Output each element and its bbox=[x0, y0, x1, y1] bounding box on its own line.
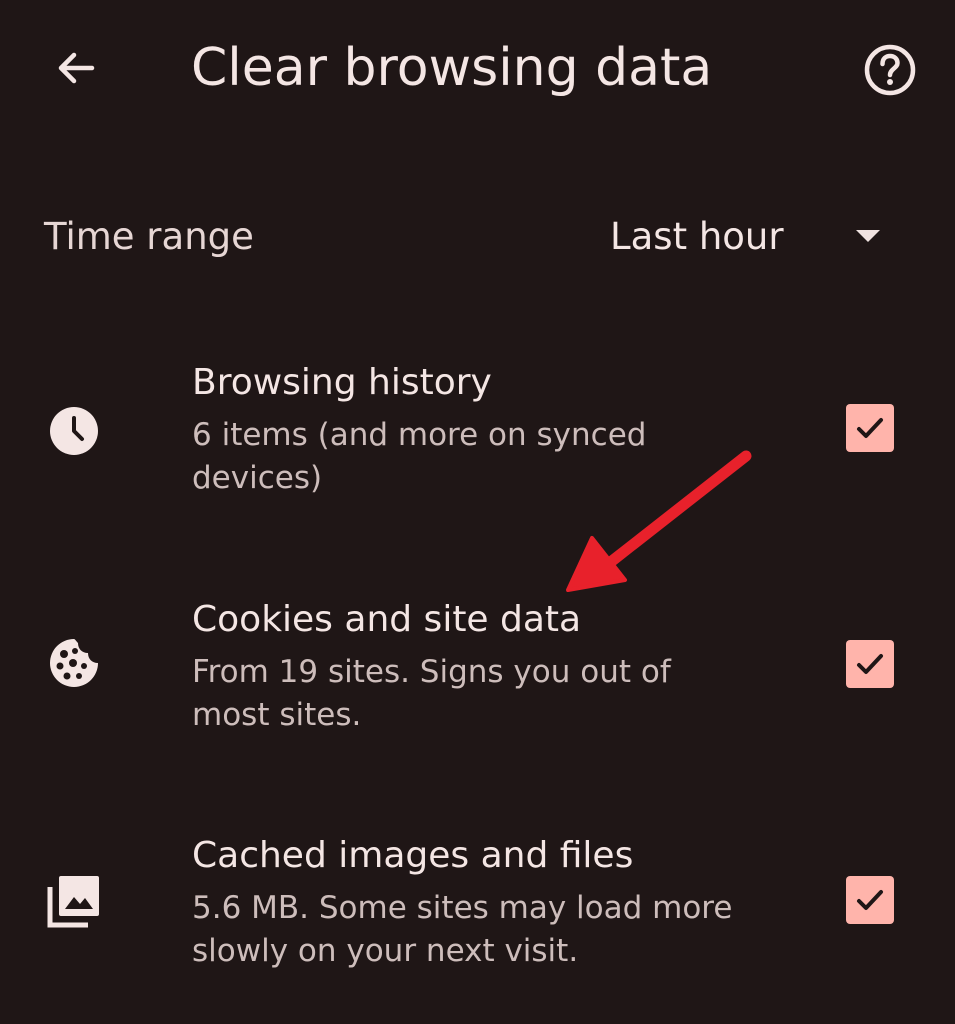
help-button[interactable] bbox=[858, 38, 922, 102]
option-subtitle: 5.6 MB. Some sites may load more slowly … bbox=[192, 890, 733, 969]
time-range-value: Last hour bbox=[610, 215, 784, 258]
dropdown-caret-icon bbox=[856, 230, 880, 242]
time-range-dropdown[interactable]: Last hour bbox=[600, 200, 900, 276]
option-title: Browsing history bbox=[192, 362, 492, 403]
checkbox-cached-images-files[interactable] bbox=[846, 876, 894, 924]
checkbox-browsing-history[interactable] bbox=[846, 404, 894, 452]
cookie-icon bbox=[46, 635, 102, 691]
check-icon bbox=[857, 654, 883, 674]
option-subtitle: From 19 sites. Signs you out of most sit… bbox=[192, 654, 671, 733]
checkbox-cookies-site-data[interactable] bbox=[846, 640, 894, 688]
arrow-back-icon bbox=[58, 52, 95, 84]
option-browsing-history[interactable]: Browsing history 6 items (and more on sy… bbox=[0, 358, 955, 508]
option-cookies-site-data[interactable]: Cookies and site data From 19 sites. Sig… bbox=[0, 595, 955, 745]
clear-browsing-data-screen: Clear browsing data Time range Last hour… bbox=[0, 0, 955, 1024]
option-title: Cached images and files bbox=[192, 835, 634, 876]
option-title: Cookies and site data bbox=[192, 599, 582, 640]
option-subtitle: 6 items (and more on synced devices) bbox=[192, 417, 647, 496]
check-icon bbox=[857, 890, 883, 910]
time-range-row: Time range Last hour bbox=[0, 200, 955, 276]
back-button[interactable] bbox=[44, 36, 108, 100]
help-icon bbox=[864, 44, 916, 96]
check-icon bbox=[857, 418, 883, 438]
page-title: Clear browsing data bbox=[191, 38, 713, 98]
image-stack-icon bbox=[46, 873, 102, 929]
option-cached-images-files[interactable]: Cached images and files 5.6 MB. Some sit… bbox=[0, 831, 955, 981]
time-range-label: Time range bbox=[44, 215, 254, 258]
clock-icon bbox=[46, 403, 102, 459]
